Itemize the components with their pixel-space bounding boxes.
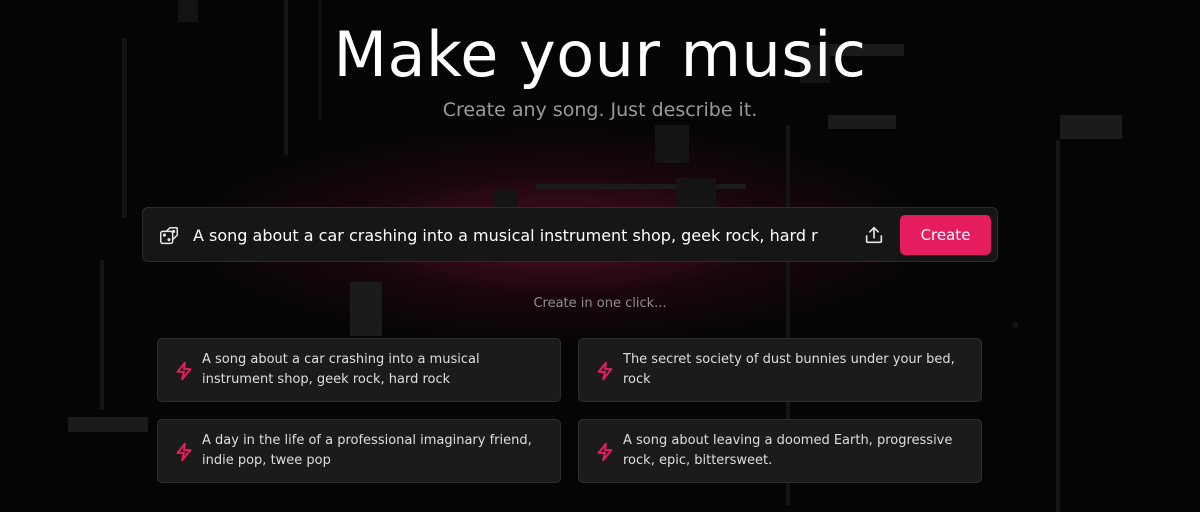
song-description-input[interactable]: [193, 221, 821, 249]
decor-line: [100, 260, 104, 410]
quick-create-text: A song about a car crashing into a music…: [202, 352, 480, 387]
decor-block: [676, 178, 716, 208]
create-button[interactable]: Create: [900, 215, 991, 255]
lightning-bolt-icon: [176, 361, 192, 381]
page-title: Make your music: [333, 18, 867, 91]
quick-create-card[interactable]: The secret society of dust bunnies under…: [578, 338, 982, 402]
decor-dot: [1012, 322, 1018, 328]
song-prompt-bar: Create: [142, 207, 998, 262]
lightning-bolt-icon: [597, 361, 613, 381]
dice-icon[interactable]: [158, 225, 180, 247]
page-subtitle: Create any song. Just describe it.: [442, 99, 758, 121]
quick-create-card[interactable]: A song about a car crashing into a music…: [157, 338, 561, 402]
one-click-heading: Create in one click...: [533, 296, 667, 311]
quick-create-text: A day in the life of a professional imag…: [202, 433, 532, 468]
decor-line: [1056, 140, 1060, 512]
decor-block: [655, 125, 689, 163]
quick-create-text: A song about leaving a doomed Earth, pro…: [623, 433, 953, 468]
decor-block: [68, 417, 148, 432]
lightning-bolt-icon: [597, 442, 613, 462]
quick-create-text: The secret society of dust bunnies under…: [623, 352, 955, 387]
upload-icon[interactable]: [863, 224, 885, 246]
lightning-bolt-icon: [176, 442, 192, 462]
quick-create-card[interactable]: A day in the life of a professional imag…: [157, 419, 561, 483]
quick-create-card[interactable]: A song about leaving a doomed Earth, pro…: [578, 419, 982, 483]
